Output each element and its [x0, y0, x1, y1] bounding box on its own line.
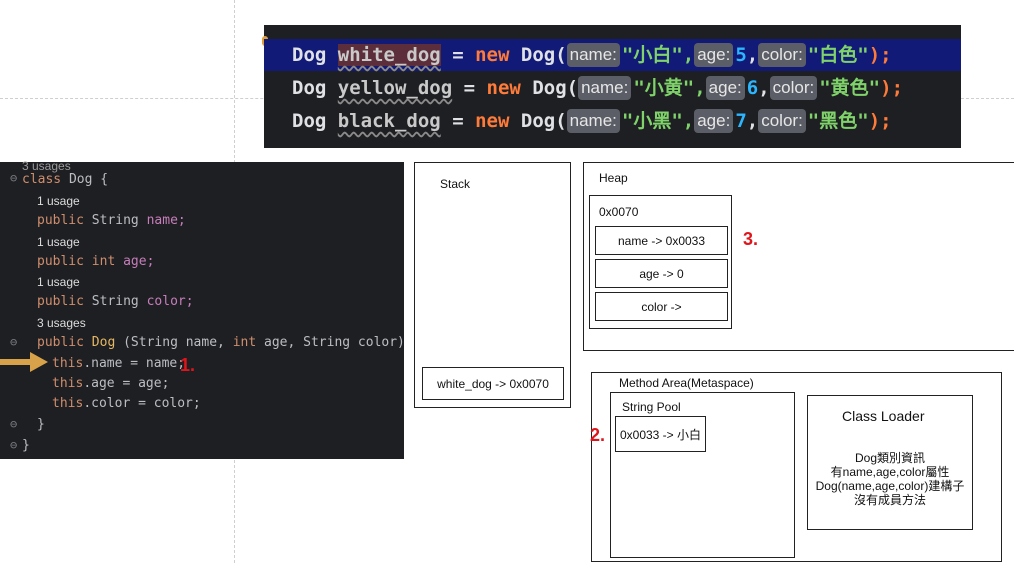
- class-info-line: 沒有成員方法: [853, 493, 926, 507]
- usage-hint: 3 usages: [37, 316, 86, 330]
- param-hint-name: name:: [566, 43, 620, 67]
- ctor-params: age, String color) {: [264, 335, 421, 350]
- fold-icon: ⊖: [10, 171, 18, 185]
- statement: .age = age;: [83, 376, 170, 391]
- constructor-name: Dog: [91, 335, 116, 350]
- snippet-line: Dog black_dog = new Dog(name: "小黑", age: 7,…: [292, 109, 892, 133]
- color-value: "黄色": [819, 77, 881, 99]
- variable-token: white_dog: [337, 44, 441, 66]
- ctor-params: (String name,: [123, 335, 225, 350]
- usage-hint: 1 usage: [37, 235, 80, 249]
- object-address: 0x0070: [599, 205, 639, 219]
- statement: .color = color;: [83, 396, 201, 411]
- class-info-line: 有name,age,color屬性: [830, 465, 950, 479]
- param-hint-name: name:: [578, 76, 632, 100]
- age-value: 7: [735, 110, 747, 132]
- field-type: String: [91, 213, 139, 228]
- new-keyword: new: [486, 77, 521, 99]
- heap-field: name -> 0x0033: [595, 226, 728, 255]
- pointer-arrow: [0, 359, 34, 365]
- heap-field: age -> 0: [595, 259, 728, 288]
- field-type: String: [91, 294, 139, 309]
- param-hint-age: age:: [694, 109, 734, 133]
- assign-token: =: [463, 77, 476, 99]
- end-token: );: [868, 110, 892, 132]
- color-value: "黑色": [807, 110, 869, 132]
- heap-box: Heap 0x0070 name -> 0x0033 age -> 0 colo…: [583, 162, 1014, 351]
- assign-token: =: [452, 110, 464, 132]
- param-hint-color: color:: [758, 109, 806, 133]
- statement: .name = name;: [83, 356, 186, 371]
- type-token: Dog: [292, 44, 327, 66]
- param-type: int: [232, 335, 257, 350]
- snippet-line: Dog yellow_dog = new Dog(name: "小黄", age: 6…: [292, 76, 904, 100]
- fold-icon: ⊖: [10, 417, 18, 431]
- class-code-panel: 3 usages ⊖ class Dog { 1 usage public St…: [0, 159, 421, 459]
- param-hint-color: color:: [769, 76, 818, 100]
- pointer-arrow-head: [30, 352, 48, 372]
- class-info-line: Dog(name,age,color)建構子: [815, 479, 965, 493]
- class-loader-box: Class Loader Dog類別資訊 有name,age,color屬性 D…: [807, 395, 973, 530]
- stack-box: Stack white_dog -> 0x0070: [414, 162, 571, 408]
- ctor-token: Dog(: [520, 110, 567, 132]
- usage-hint: 1 usage: [37, 194, 80, 208]
- age-value: 6: [746, 77, 759, 99]
- field-name: age;: [123, 254, 155, 269]
- closing-brace: }: [37, 417, 45, 432]
- fold-icon: ⊖: [10, 335, 18, 349]
- modifier: public: [37, 335, 84, 350]
- param-hint-age: age:: [694, 43, 734, 67]
- stack-title: Stack: [440, 177, 471, 191]
- snippet-line: Dog white_dog = new Dog(name: "小白", age: 5,…: [264, 39, 961, 71]
- name-value: "小黄",: [633, 77, 706, 99]
- ctor-token: Dog(: [532, 77, 579, 99]
- string-pool-title: String Pool: [622, 400, 681, 414]
- name-value: "小白",: [621, 44, 695, 66]
- modifier: public: [37, 254, 84, 269]
- new-keyword: new: [475, 44, 510, 66]
- class-name: Dog {: [68, 172, 109, 187]
- end-token: );: [868, 44, 892, 66]
- type-token: Dog: [292, 77, 327, 99]
- new-keyword: new: [475, 110, 510, 132]
- assign-token: =: [452, 44, 464, 66]
- age-value: 5: [735, 44, 747, 66]
- field-name: name;: [146, 213, 186, 228]
- field-name: color;: [146, 294, 194, 309]
- code-snippet-instantiation: Dog white_dog = new Dog(name: "小白", age: 5,…: [262, 25, 961, 148]
- this-keyword: this: [52, 376, 84, 391]
- method-area-box: Method Area(Metaspace) String Pool 0x003…: [591, 372, 1002, 562]
- stack-entry: white_dog -> 0x0070: [422, 367, 564, 400]
- end-token: );: [880, 77, 904, 99]
- param-hint-age: age:: [705, 76, 745, 100]
- class-keyword: class: [22, 172, 62, 187]
- step-marker-1: 1.: [180, 355, 196, 375]
- usage-hint: 1 usage: [37, 275, 80, 289]
- ctor-token: Dog(: [520, 44, 567, 66]
- modifier: public: [37, 213, 84, 228]
- type-token: Dog: [292, 110, 327, 132]
- modifier: public: [37, 294, 84, 309]
- this-keyword: this: [52, 356, 84, 371]
- class-loader-title: Class Loader: [842, 408, 925, 424]
- heap-title: Heap: [599, 171, 628, 185]
- variable-token: yellow_dog: [337, 77, 453, 99]
- class-info-line: Dog類別資訊: [854, 451, 925, 465]
- variable-token: black_dog: [337, 110, 441, 132]
- closing-brace: }: [22, 438, 30, 453]
- field-type: int: [91, 254, 116, 269]
- color-value: "白色": [807, 44, 869, 66]
- string-pool-entry: 0x0033 -> 小白: [615, 416, 706, 452]
- name-value: "小黑",: [621, 110, 695, 132]
- step-marker-2: 2.: [590, 425, 606, 445]
- param-hint-color: color:: [758, 43, 806, 67]
- this-keyword: this: [52, 396, 84, 411]
- heap-field: color ->: [595, 292, 728, 321]
- step-marker-3: 3.: [743, 229, 759, 249]
- heap-object: 0x0070 name -> 0x0033 age -> 0 color ->: [589, 195, 732, 329]
- fold-icon: ⊖: [10, 438, 18, 452]
- method-area-title: Method Area(Metaspace): [619, 376, 754, 390]
- param-hint-name: name:: [566, 109, 620, 133]
- string-pool-box: String Pool 0x0033 -> 小白: [610, 392, 795, 558]
